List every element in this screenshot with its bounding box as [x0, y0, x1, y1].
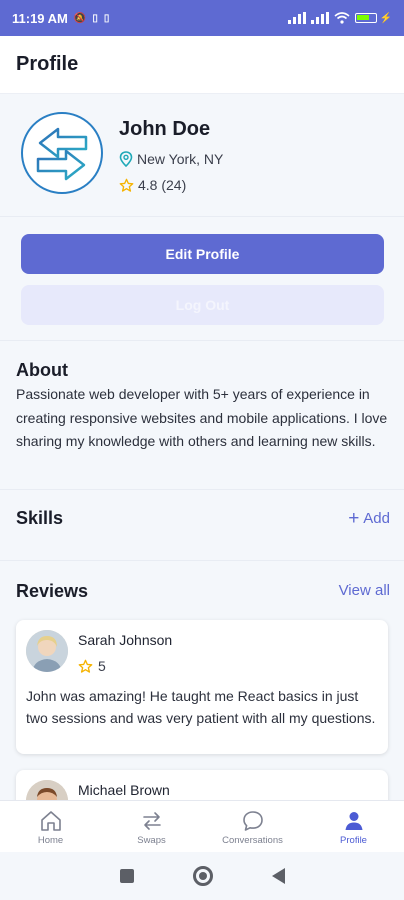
reviewer-name: Sarah Johnson: [78, 632, 173, 648]
wifi-icon: [334, 12, 350, 24]
person-photo-icon: [26, 780, 68, 800]
profile-header: John Doe New York, NY 4.8 (24): [0, 94, 404, 217]
nav-profile-label: Profile: [340, 834, 367, 846]
rating-text: 4.8 (24): [138, 177, 187, 193]
view-all-reviews-link[interactable]: View all: [339, 582, 390, 599]
add-skill-button[interactable]: + Add: [348, 508, 390, 529]
person-icon: [345, 811, 362, 830]
reviewer-name: Michael Brown: [78, 782, 170, 798]
battery-icon: ⚡: [354, 13, 392, 24]
nav-profile[interactable]: Profile: [303, 801, 404, 853]
nav-conversations[interactable]: Conversations: [202, 801, 303, 853]
nav-swaps-label: Swaps: [137, 834, 166, 846]
profile-location: New York, NY: [119, 151, 223, 167]
storage-icon: ▯: [92, 12, 98, 24]
location-pin-icon: [119, 151, 133, 167]
swap-icon: [142, 811, 161, 830]
review-text: John was amazing! He taught me React bas…: [26, 688, 376, 726]
swap-arrows-icon: [36, 127, 88, 181]
storage-icon-2: ▯: [103, 12, 110, 24]
star-icon: [119, 178, 134, 192]
reviews-title: Reviews: [16, 581, 89, 601]
status-right: ⚡: [287, 12, 392, 24]
status-bar: 11:19 AM 🔕 ▯ ▯ ⚡: [0, 0, 404, 36]
nav-home[interactable]: Home: [0, 801, 101, 853]
skills-title: Skills: [16, 508, 64, 528]
review-card[interactable]: Michael Brown: [16, 770, 388, 800]
log-out-button[interactable]: Log Out: [21, 285, 384, 325]
recents-button[interactable]: [119, 869, 134, 883]
nav-home-label: Home: [37, 834, 64, 846]
status-time: 11:19 AM: [12, 10, 68, 26]
signal-icon-2: [310, 12, 329, 24]
add-skill-label: Add: [363, 510, 390, 527]
plus-icon: +: [348, 508, 360, 529]
divider: [0, 489, 404, 490]
about-text: Passionate web developer with 5+ years o…: [16, 386, 388, 449]
avatar[interactable]: [21, 112, 103, 194]
app-bar: Profile: [0, 36, 404, 94]
page-title: Profile: [16, 53, 79, 75]
reviewer-avatar: [26, 630, 68, 672]
bottom-navigation: Home Swaps Conversations Profile: [0, 800, 404, 853]
reviewer-avatar: [26, 780, 68, 800]
profile-content[interactable]: John Doe New York, NY 4.8 (24) Edit Prof…: [0, 94, 404, 800]
back-button[interactable]: [271, 868, 285, 884]
signal-icon: [287, 12, 306, 24]
review-card[interactable]: Sarah Johnson 5 John was amazing! He tau…: [16, 620, 388, 754]
edit-profile-button[interactable]: Edit Profile: [21, 234, 384, 274]
review-rating-value: 5: [98, 658, 106, 674]
status-left: 11:19 AM 🔕 ▯ ▯: [12, 11, 109, 26]
chat-icon: [242, 810, 263, 831]
divider: [0, 340, 404, 341]
home-button[interactable]: [192, 866, 213, 886]
location-text: New York, NY: [137, 151, 224, 167]
profile-rating: 4.8 (24): [119, 177, 186, 193]
review-rating: 5: [78, 658, 106, 674]
profile-name: John Doe: [119, 118, 211, 140]
about-title: About: [16, 360, 68, 380]
nav-conversations-label: Conversations: [222, 834, 283, 846]
mute-icon: 🔕: [73, 12, 87, 24]
home-icon: [40, 810, 61, 831]
star-icon: [78, 659, 93, 673]
person-photo-icon: [26, 630, 68, 672]
nav-swaps[interactable]: Swaps: [101, 801, 202, 853]
system-navigation: [0, 852, 404, 900]
divider: [0, 560, 404, 561]
